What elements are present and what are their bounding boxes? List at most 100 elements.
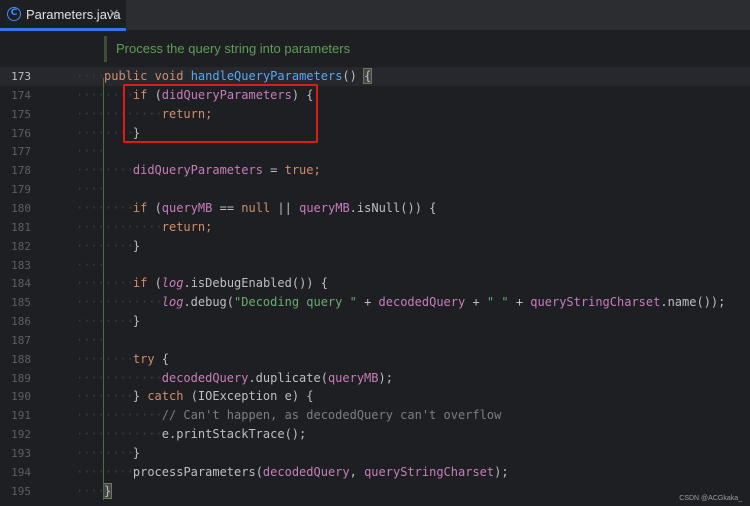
code-line[interactable]: 192 ············ e.printStackTrace(); [0,425,750,444]
code-line[interactable]: 188 ········ try { [0,350,750,369]
code-token: } [132,238,141,253]
line-number: 195 [11,484,31,498]
code-token: didQueryParameters [132,163,263,178]
code-line[interactable]: 187 ···· [0,331,750,350]
line-number: 187 [11,333,31,347]
code-text: // Can't happen, as decodedQuery can't o… [162,406,502,425]
code-token: (IOException e) { [190,389,314,404]
code-line[interactable]: 194 ········ processParameters(decodedQuer… [0,463,750,482]
whitespace-marker: ········ [76,351,134,366]
tab-label: Parameters.java [26,7,121,22]
line-number: 185 [11,296,31,310]
code-text: } [133,312,140,331]
code-token: .isDebugEnabled()) { [183,276,328,291]
code-text: } catch (IOException e) { [133,387,314,406]
whitespace-marker: ········ [76,200,134,215]
line-number: 175 [11,107,31,121]
code-token: queryStringCharset [530,295,661,310]
line-number: 183 [11,258,31,272]
code-token: } [132,446,141,460]
code-token: if [132,200,155,215]
code-token: log [161,276,184,291]
code-token: try [132,351,162,366]
code-token: () [342,69,365,83]
code-token: ); [378,370,393,385]
code-token: e.printStackTrace(); [161,427,307,442]
code-line[interactable]: 191 ············// Can't happen, as decod… [0,406,750,425]
code-line[interactable]: 174 ········ if (didQueryParameters) { [0,86,750,105]
code-line[interactable]: 193 ········} [0,444,750,463]
code-token: public [104,69,155,83]
editor-tab-bar: C Parameters.java × [0,0,750,31]
code-token: queryMB [327,370,379,385]
line-number: 190 [11,390,31,404]
code-token: = [262,163,285,178]
whitespace-marker: ············ [76,427,163,442]
code-line[interactable]: 180 ········ if (queryMB == null || queryM… [0,199,750,218]
code-line[interactable]: 181 ············ return; [0,218,750,237]
whitespace-marker: ········ [76,163,134,178]
whitespace-marker: ········ [76,276,134,291]
code-text: if (queryMB == null || queryMB.isNull())… [133,199,437,218]
code-token: queryMB [161,200,213,215]
code-token: true [284,163,314,178]
code-line[interactable]: 182 ········} [0,237,750,256]
code-text: didQueryParameters = true; [133,161,321,180]
line-number: 174 [11,88,31,102]
code-text: } [133,444,140,463]
code-token: } [132,314,141,329]
whitespace-marker: ···· [76,182,105,197]
whitespace-marker: ············ [76,295,163,310]
code-line[interactable]: 189 ············ decodedQuery.duplicate(qu… [0,369,750,388]
code-line[interactable]: 183 ···· [0,256,750,275]
code-token: decodedQuery [161,370,249,385]
code-token: .debug( [183,295,235,310]
line-number: 176 [11,126,31,140]
code-text: e.printStackTrace(); [162,425,307,444]
code-token: void [154,69,191,83]
whitespace-marker: ···· [76,69,105,83]
code-line[interactable]: 173 ···· public void handleQueryParameters… [0,67,750,86]
code-token: .isNull()) { [349,200,437,215]
whitespace-marker: ········ [76,238,134,253]
code-line[interactable]: 190 ········} catch (IOException e) { [0,387,750,406]
code-text: if (log.isDebugEnabled()) { [133,274,328,293]
annotation-highlight-box [123,84,318,143]
javadoc-text: Process the query string into parameters [116,41,351,56]
whitespace-marker: ···· [76,483,105,498]
code-line[interactable]: 186 ········} [0,312,750,331]
whitespace-marker: ···· [76,144,105,159]
line-number: 184 [11,277,31,291]
whitespace-marker: ········ [76,389,134,404]
code-token: .name()); [660,295,726,310]
code-line[interactable]: 176 ········} [0,124,750,143]
whitespace-marker: ············ [76,370,163,385]
code-line[interactable]: 175 ············ return; [0,105,750,124]
code-line[interactable]: 195 ····} [0,482,750,501]
code-line[interactable]: 178 ········ didQueryParameters = true; [0,161,750,180]
line-number: 179 [11,183,31,197]
line-number: 186 [11,315,31,329]
code-token: " " [486,295,509,310]
line-number: 173 [11,70,31,83]
code-line[interactable]: 177 ···· [0,142,750,161]
code-token: + [356,295,379,310]
code-token: queryMB [299,200,350,215]
code-token: decodedQuery [378,295,466,310]
code-token: + [508,295,531,310]
tab-parameters-java[interactable]: C Parameters.java × [0,0,126,31]
code-token: , [349,464,365,479]
code-token: + [465,295,487,310]
code-line[interactable]: 185 ············ log.debug("Decoding query… [0,293,750,312]
whitespace-marker: ········ [76,446,134,460]
code-token: handleQueryParameters [190,69,343,83]
code-token: } [102,482,113,499]
close-icon[interactable]: × [108,6,120,22]
line-number: 181 [11,220,31,234]
line-number: 191 [11,409,31,423]
code-line[interactable]: 184 ········ if (log.isDebugEnabled()) { [0,274,750,293]
code-token: ; [205,219,213,234]
code-token: ; [313,163,321,178]
code-token: decodedQuery [262,464,350,479]
code-line[interactable]: 179 ···· [0,180,750,199]
